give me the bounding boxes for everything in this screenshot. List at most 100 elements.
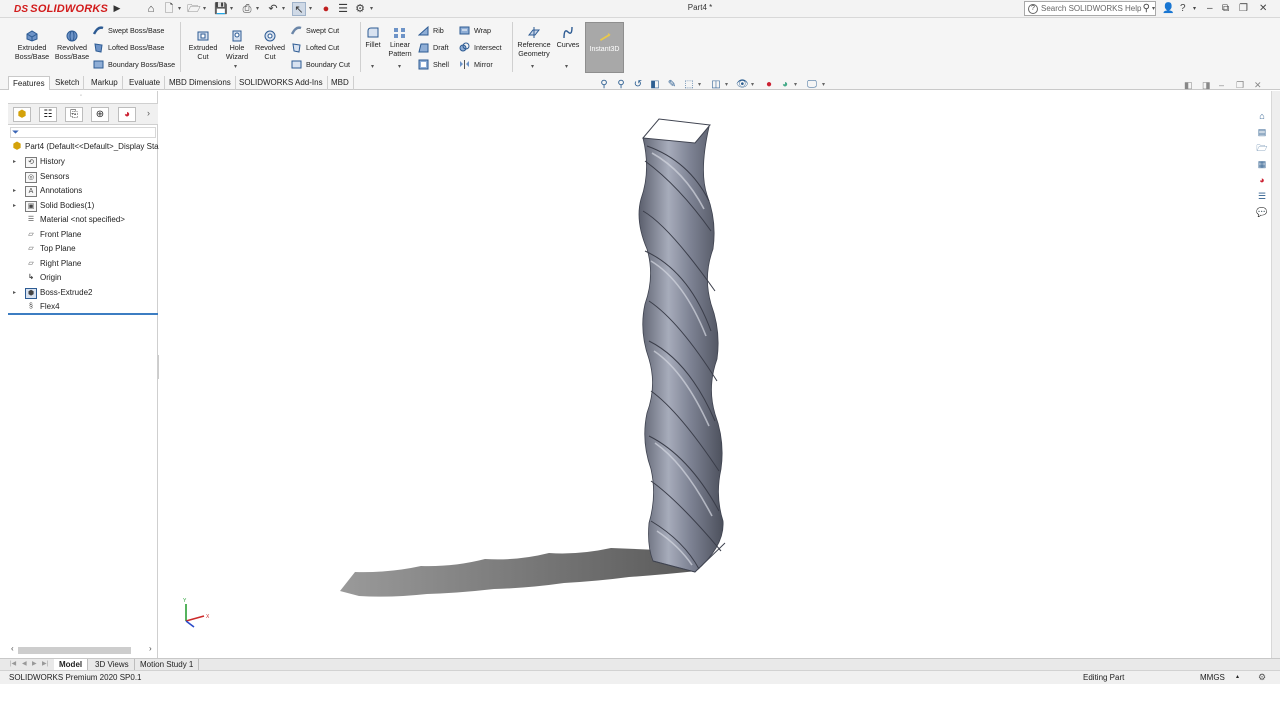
fillet-dropdown-icon[interactable]: ▾ [371, 63, 374, 70]
select-dropdown-icon[interactable]: ▾ [309, 3, 315, 15]
tree-item-solid-bodies[interactable]: ▸ ▣ Solid Bodies(1) [8, 199, 158, 213]
dimxpert-manager-tab-icon[interactable]: ⊕ [91, 107, 109, 122]
status-options-icon[interactable]: ⚙ [1258, 671, 1266, 684]
more-tabs-chevron-icon[interactable]: › [147, 108, 150, 118]
boundary-cut-button[interactable]: Boundary Cut [291, 59, 350, 70]
rebuild-traffic-light-icon[interactable]: ● [319, 2, 333, 16]
doc-close-icon[interactable]: ✕ [1254, 80, 1262, 91]
print-dropdown-icon[interactable]: ▾ [256, 3, 262, 15]
zoom-to-area-icon[interactable]: ⚲ [615, 79, 627, 91]
view-settings-dropdown-icon[interactable]: ▾ [822, 81, 825, 88]
section-view-icon[interactable]: ◧ [649, 79, 661, 91]
tree-item-history[interactable]: ▸ ⟲ History [8, 155, 158, 169]
tab-solidworks-add-ins[interactable]: SOLIDWORKS Add-Ins [235, 76, 328, 90]
save-dropdown-icon[interactable]: ▾ [230, 3, 236, 15]
linear-pattern-button[interactable]: Linear Pattern [386, 26, 414, 58]
search-dropdown-icon[interactable]: ▾ [1152, 5, 1155, 12]
instant3d-toggle[interactable]: Instant3D [585, 22, 624, 73]
edit-appearance-icon[interactable]: ● [763, 79, 775, 91]
expand-arrow-icon[interactable]: ▸ [13, 286, 16, 300]
intersect-button[interactable]: Intersect [459, 42, 502, 53]
viewport-split-right-icon[interactable]: ◨ [1202, 80, 1211, 91]
expand-menu-arrow-icon[interactable]: ▶ [112, 1, 122, 16]
apply-scene-icon[interactable]: ◕ [779, 79, 791, 91]
tree-item-boss-extrude2[interactable]: ▸ ⬢ Boss-Extrude2 [8, 286, 158, 300]
user-account-icon[interactable]: 👤 [1162, 2, 1174, 16]
rib-button[interactable]: Rib [418, 25, 444, 36]
lofted-boss-button[interactable]: Lofted Boss/Base [93, 42, 164, 53]
expand-arrow-icon[interactable]: ▸ [13, 199, 16, 213]
draft-button[interactable]: Draft [418, 42, 449, 53]
close-window-icon[interactable]: ✕ [1259, 2, 1267, 16]
boundary-boss-button[interactable]: Boundary Boss/Base [93, 59, 175, 70]
display-style-dropdown-icon[interactable]: ▾ [725, 81, 728, 88]
first-tab-arrow-icon[interactable]: |◀ [10, 660, 16, 667]
unit-system[interactable]: MMGS [1200, 671, 1225, 684]
display-style-icon[interactable]: ◫ [710, 79, 722, 91]
search-help-input[interactable]: ? Search SOLIDWORKS Help ⚲ ▾ [1024, 1, 1156, 16]
shell-button[interactable]: Shell [418, 59, 449, 70]
view-settings-icon[interactable]: 🖵 [806, 79, 818, 91]
dynamic-annotation-icon[interactable]: ✎ [666, 79, 678, 91]
hole-wizard-dropdown-icon[interactable]: ▾ [234, 63, 237, 70]
hide-show-dropdown-icon[interactable]: ▾ [751, 81, 754, 88]
search-icon[interactable]: ⚲ [1143, 3, 1150, 14]
file-explorer-icon[interactable]: 🗁 [1256, 142, 1268, 154]
tab-features[interactable]: Features [8, 76, 50, 90]
undo-icon[interactable]: ↶ [266, 2, 280, 16]
tree-item-material[interactable]: ☰ Material <not specified> [8, 213, 158, 227]
revolved-boss-button[interactable]: Revolved Boss/Base [52, 29, 92, 61]
previous-tab-arrow-icon[interactable]: ◀ [22, 660, 27, 667]
open-folder-icon[interactable]: 🗁 [187, 2, 201, 16]
viewport-split-left-icon[interactable]: ◧ [1184, 80, 1193, 91]
doc-minimize-icon[interactable]: – [1219, 80, 1224, 90]
zoom-to-fit-icon[interactable]: ⚲ [598, 79, 610, 91]
tree-root-part[interactable]: ⬢ Part4 (Default<<Default>_Display Sta [8, 140, 159, 154]
print-icon[interactable]: ⎙ [240, 2, 254, 16]
swept-cut-button[interactable]: Swept Cut [291, 25, 339, 36]
custom-properties-icon[interactable]: ☰ [1256, 190, 1268, 202]
tree-item-front-plane[interactable]: ⏥ Front Plane [8, 228, 158, 242]
view-orientation-dropdown-icon[interactable]: ▾ [698, 81, 701, 88]
restore-window-icon[interactable]: ❐ [1239, 2, 1248, 16]
view-palette-icon[interactable]: ▦ [1256, 158, 1268, 170]
doc-restore-icon[interactable]: ❐ [1236, 80, 1244, 91]
save-icon[interactable]: 💾 [214, 2, 228, 16]
tree-item-sensors[interactable]: ◎ Sensors [8, 170, 158, 184]
home-icon[interactable]: ⌂ [144, 2, 158, 16]
lofted-cut-button[interactable]: Lofted Cut [291, 42, 339, 53]
scroll-left-arrow-icon[interactable]: ‹ [11, 644, 14, 653]
tab-evaluate[interactable]: Evaluate [125, 76, 166, 90]
options-dropdown-icon[interactable]: ▾ [370, 3, 376, 15]
tab-mbd-dimensions[interactable]: MBD Dimensions [165, 76, 236, 90]
minimize-window-icon[interactable]: – [1207, 2, 1213, 16]
curves-button[interactable]: Curves [555, 26, 581, 50]
view-orientation-icon[interactable]: ⬚ [683, 79, 695, 91]
hide-show-items-icon[interactable]: 👁 [736, 79, 749, 91]
solidworks-logo[interactable]: DS SOLIDWORKS [14, 1, 108, 17]
design-library-icon[interactable]: ▤ [1256, 126, 1268, 138]
file-properties-icon[interactable]: ☰ [336, 2, 350, 16]
rollback-bar[interactable] [8, 313, 158, 315]
previous-view-icon[interactable]: ↺ [632, 79, 644, 91]
solidworks-forum-icon[interactable]: 💬 [1256, 206, 1268, 218]
tree-item-annotations[interactable]: ▸ A Annotations [8, 184, 158, 198]
tab-markup[interactable]: Markup [87, 76, 123, 90]
new-document-icon[interactable]: 🗋 [162, 2, 176, 16]
feature-manager-tab-icon[interactable]: ⬢ [13, 107, 31, 122]
swept-boss-button[interactable]: Swept Boss/Base [93, 25, 164, 36]
last-tab-arrow-icon[interactable]: ▶| [42, 660, 48, 667]
pattern-dropdown-icon[interactable]: ▾ [398, 63, 401, 70]
hole-wizard-button[interactable]: Hole Wizard [220, 29, 254, 61]
tree-item-top-plane[interactable]: ⏥ Top Plane [8, 242, 158, 256]
new-dropdown-icon[interactable]: ▾ [178, 3, 184, 15]
tree-item-origin[interactable]: ↳ Origin [8, 271, 158, 285]
tree-filter-input[interactable]: ⏷ [10, 127, 156, 138]
solidworks-resources-icon[interactable]: ⌂ [1256, 110, 1268, 122]
appearances-scenes-icon[interactable]: ◕ [1256, 174, 1268, 186]
curves-dropdown-icon[interactable]: ▾ [565, 63, 568, 70]
configuration-manager-tab-icon[interactable]: ⎘ [65, 107, 83, 122]
open-dropdown-icon[interactable]: ▾ [203, 3, 209, 15]
panel-grip-icon[interactable]: ◦ [80, 93, 82, 99]
revolved-cut-button[interactable]: Revolved Cut [253, 29, 287, 61]
